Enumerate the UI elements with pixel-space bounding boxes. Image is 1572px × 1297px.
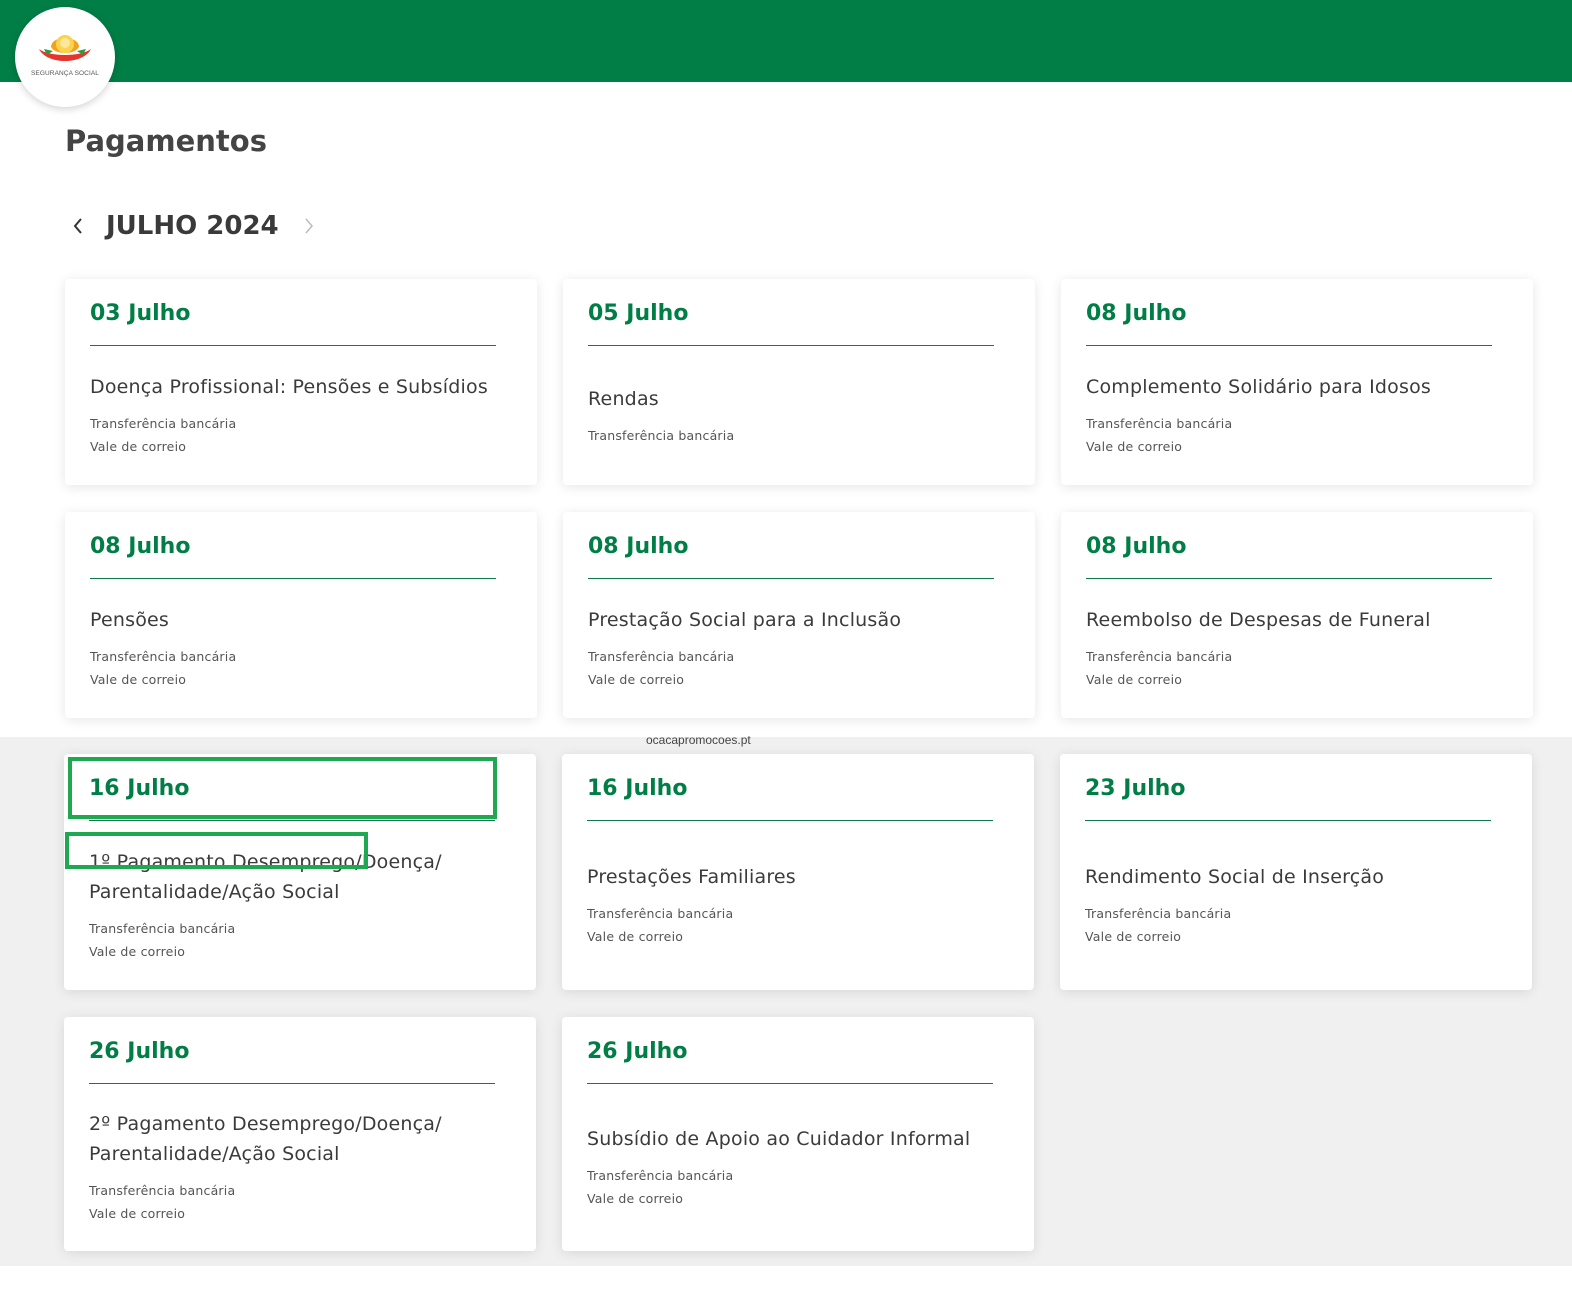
payment-method: Vale de correio bbox=[89, 1206, 186, 1221]
payment-method: Vale de correio bbox=[90, 672, 187, 687]
card-date: 08 Julho bbox=[1086, 301, 1187, 326]
watermark: ocacapromocoes.pt bbox=[646, 733, 751, 747]
payment-method: Vale de correio bbox=[587, 929, 684, 944]
card-date: 16 Julho bbox=[89, 776, 190, 801]
month-label: JULHO 2024 bbox=[106, 211, 279, 241]
payment-card[interactable]: 03 Julho Doença Profissional: Pensões e … bbox=[65, 279, 537, 485]
card-date: 08 Julho bbox=[90, 534, 191, 559]
card-date: 05 Julho bbox=[588, 301, 689, 326]
card-title-line: Parentalidade/Ação Social bbox=[89, 1143, 340, 1165]
card-title: Doença Profissional: Pensões e Subsídios bbox=[90, 376, 488, 398]
payment-card[interactable]: 16 Julho Prestações Familiares Transferê… bbox=[562, 754, 1034, 990]
payment-card[interactable]: 16 Julho 1º Pagamento Desemprego/Doença/… bbox=[64, 754, 536, 990]
payment-card[interactable]: 08 Julho Reembolso de Despesas de Funera… bbox=[1061, 512, 1533, 718]
payment-card[interactable]: 05 Julho Rendas Transferência bancária bbox=[563, 279, 1035, 485]
payment-method: Vale de correio bbox=[1085, 929, 1182, 944]
top-bar bbox=[0, 0, 1572, 82]
card-date: 26 Julho bbox=[587, 1039, 688, 1064]
payment-method: Vale de correio bbox=[1086, 439, 1183, 454]
payment-card[interactable]: 26 Julho Subsídio de Apoio ao Cuidador I… bbox=[562, 1017, 1034, 1251]
payment-card[interactable]: 08 Julho Complemento Solidário para Idos… bbox=[1061, 279, 1533, 485]
chevron-left-icon[interactable] bbox=[66, 214, 90, 238]
payment-method: Transferência bancária bbox=[587, 906, 734, 921]
card-title: Prestação Social para a Inclusão bbox=[588, 609, 902, 631]
card-date: 03 Julho bbox=[90, 301, 191, 326]
payment-card[interactable]: 26 Julho 2º Pagamento Desemprego/Doença/… bbox=[64, 1017, 536, 1251]
card-title: Rendas bbox=[588, 387, 659, 410]
payment-method: Vale de correio bbox=[89, 944, 186, 959]
payment-method: Transferência bancária bbox=[1086, 416, 1233, 431]
card-title: Prestações Familiares bbox=[587, 866, 796, 888]
payment-method: Transferência bancária bbox=[587, 1168, 734, 1183]
card-date: 08 Julho bbox=[588, 534, 689, 559]
seguranca-social-logo-icon bbox=[39, 35, 91, 61]
payment-method: Vale de correio bbox=[588, 672, 685, 687]
card-title: 1º Pagamento Desemprego/Doença/ Parental… bbox=[89, 847, 519, 907]
payment-card[interactable]: 23 Julho Rendimento Social de Inserção T… bbox=[1060, 754, 1532, 990]
card-title: Complemento Solidário para Idosos bbox=[1086, 376, 1431, 398]
payment-method: Transferência bancária bbox=[90, 649, 237, 664]
payment-method: Transferência bancária bbox=[89, 1183, 236, 1198]
card-title: Reembolso de Despesas de Funeral bbox=[1086, 609, 1431, 631]
card-title: 2º Pagamento Desemprego/Doença/ Parental… bbox=[89, 1109, 519, 1169]
logo-text: SEGURANÇA SOCIAL bbox=[30, 70, 100, 77]
payment-card[interactable]: 08 Julho Prestação Social para a Inclusã… bbox=[563, 512, 1035, 718]
card-date: 23 Julho bbox=[1085, 776, 1186, 801]
card-title: Subsídio de Apoio ao Cuidador Informal bbox=[587, 1128, 971, 1150]
card-date: 26 Julho bbox=[89, 1039, 190, 1064]
payment-method: Transferência bancária bbox=[1086, 649, 1233, 664]
card-date: 16 Julho bbox=[587, 776, 688, 801]
page-title: Pagamentos bbox=[65, 124, 267, 158]
payment-method: Transferência bancária bbox=[89, 921, 236, 936]
payment-method: Transferência bancária bbox=[90, 416, 237, 431]
card-title-line: 1º Pagamento Desemprego/Doença/ bbox=[89, 851, 442, 873]
seguranca-social-logo[interactable]: SEGURANÇA SOCIAL bbox=[15, 7, 115, 107]
card-title: Pensões bbox=[90, 609, 170, 631]
payment-method: Transferência bancária bbox=[588, 427, 735, 443]
payment-method: Vale de correio bbox=[1086, 672, 1183, 687]
chevron-right-icon[interactable] bbox=[297, 214, 321, 238]
payment-method: Transferência bancária bbox=[588, 649, 735, 664]
card-title: Rendimento Social de Inserção bbox=[1085, 866, 1385, 888]
payment-method: Vale de correio bbox=[587, 1191, 684, 1206]
month-navigation: JULHO 2024 bbox=[66, 206, 321, 246]
payment-card[interactable]: 08 Julho Pensões Transferência bancária … bbox=[65, 512, 537, 718]
card-title-line: 2º Pagamento Desemprego/Doença/ bbox=[89, 1113, 442, 1135]
card-date: 08 Julho bbox=[1086, 534, 1187, 559]
card-title-line: Parentalidade/Ação Social bbox=[89, 881, 340, 903]
payment-method: Vale de correio bbox=[90, 439, 187, 454]
payment-method: Transferência bancária bbox=[1085, 906, 1232, 921]
